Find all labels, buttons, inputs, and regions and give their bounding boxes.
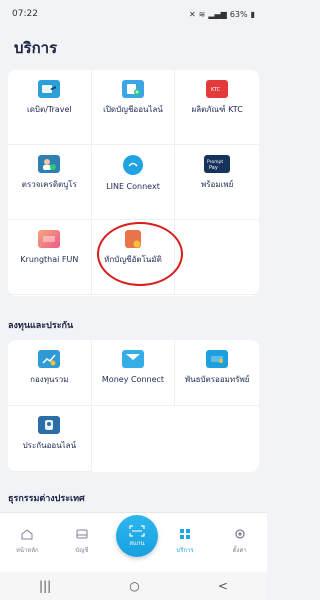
battery-level: 63% [229,9,248,19]
service-label: เดบิต/Travel [26,105,72,114]
status-bar: 07:22 ✕ ≋ ▂▄▆ 63% ▮ [0,0,267,28]
wifi-icon: ≋ [198,9,206,19]
investment-section-title: ลงทุนและประกัน [8,321,74,331]
page-title: บริการ [14,39,58,57]
battery-icon: ▮ [250,9,255,19]
debit-travel-icon [38,80,61,98]
signal-icon: ▂▄▆ [208,9,227,19]
services-card: เดบิต/Travel เปิดบัญชีออนไลน์ KTC ผลิตภั… [8,70,259,296]
service-label: Krungthai FUN [20,255,79,264]
service-label: LINE Connext [106,182,160,191]
service-label: หักบัญชีอัตโนมัติ [104,255,162,264]
scan-icon [129,524,145,537]
promptpay-icon: Prompt Pay [204,155,231,173]
service-label: ตรวจเครดิตบูโร [21,180,77,189]
mutual-fund-icon [38,350,61,368]
nav-settings[interactable]: ตั้งค่า [215,527,265,555]
nav-home-label: หน้าหลัก [15,547,39,554]
service-debit-travel[interactable]: เดบิต/Travel [8,70,92,145]
status-time: 07:22 [12,9,38,19]
system-nav-bar: ||| ○ < [0,572,267,600]
open-account-icon [121,80,144,98]
money-connect-icon [121,350,144,368]
service-label: กองทุนรวม [30,375,69,384]
ktc-card-icon: KTC [206,80,229,98]
nav-home[interactable]: หน้าหลัก [2,527,52,555]
accounts-icon [74,527,90,541]
service-krungthai-fun[interactable]: Krungthai FUN [8,220,92,295]
grid-icon [177,527,193,541]
investment-card: กองทุนรวม Money Connect พันธบัตรออมทรัพย… [8,340,259,472]
home-icon [19,527,35,541]
krungthai-fun-icon [38,230,61,248]
service-auto-debit[interactable]: หักบัญชีอัตโนมัติ [91,220,176,295]
svg-text:Pay: Pay [209,165,218,171]
service-label: พร้อมเพย์ [200,180,234,189]
service-money-connect[interactable]: Money Connect [91,340,176,406]
home-button[interactable]: ○ [129,579,139,593]
status-icons: ✕ ≋ ▂▄▆ 63% ▮ [189,10,255,19]
nav-accounts[interactable]: บัญชี [57,527,107,555]
foreign-section-title: ธุรกรรมต่างประเทศ [8,494,85,504]
nav-accounts-label: บัญชี [75,547,89,554]
service-savings-bond[interactable]: พันธบัตรออมทรัพย์ [175,340,259,406]
service-label: พันธบัตรออมทรัพย์ [184,375,250,384]
nav-services[interactable]: บริการ [160,527,210,555]
service-label: ประกันออนไลน์ [22,441,77,450]
service-open-account[interactable]: เปิดบัญชีออนไลน์ [91,70,176,145]
gear-icon [232,527,248,541]
service-online-insurance[interactable]: ประกันออนไลน์ [8,406,92,472]
empty-tile [175,220,259,295]
recents-button[interactable]: ||| [39,579,51,593]
svg-text:KTC: KTC [211,87,221,93]
mute-icon: ✕ [188,9,196,19]
nav-settings-label: ตั้งค่า [232,547,247,554]
service-label: Money Connect [101,375,165,384]
service-label: เปิดบัญชีออนไลน์ [103,105,163,114]
nav-services-label: บริการ [176,547,194,554]
service-promptpay[interactable]: Prompt Pay พร้อมเพย์ [175,145,259,220]
credit-bureau-icon [38,155,61,173]
online-insurance-icon [38,416,61,434]
line-connext-icon [122,155,143,175]
back-button[interactable]: < [218,579,228,593]
service-credit-bureau[interactable]: ตรวจเครดิตบูโร [8,145,92,220]
service-ktc[interactable]: KTC ผลิตภัณฑ์ KTC [175,70,259,145]
auto-debit-icon [124,230,141,248]
service-line-connext[interactable]: LINE Connext [91,145,176,220]
scan-label: สแกน [129,539,145,547]
savings-bond-icon [206,350,229,368]
scan-button[interactable]: สแกน [116,515,158,557]
service-label: ผลิตภัณฑ์ KTC [191,105,243,114]
service-mutual-fund[interactable]: กองทุนรวม [8,340,92,406]
